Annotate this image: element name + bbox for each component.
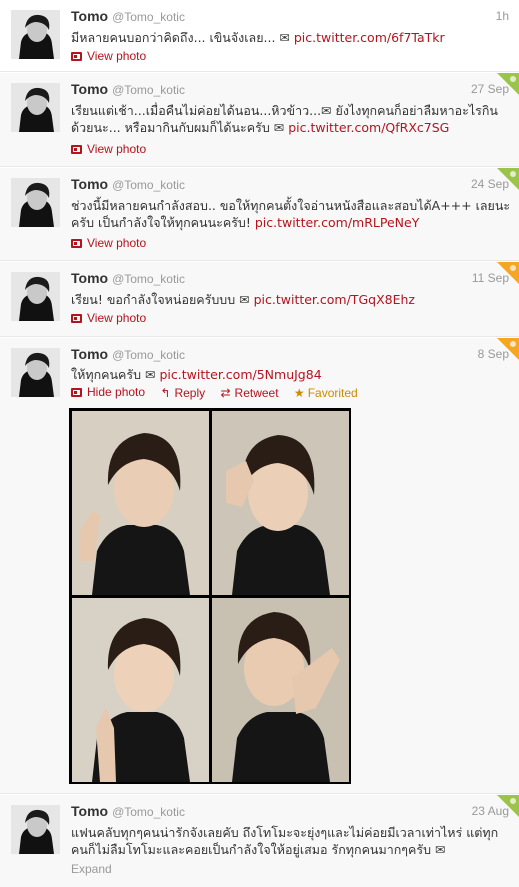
view-photo-button[interactable]: View photo bbox=[71, 236, 146, 250]
author-name[interactable]: Tomo bbox=[71, 270, 108, 286]
tweet-time[interactable]: 11 Sep bbox=[472, 271, 509, 285]
tweet-header: Tomo @Tomo_kotic 24 Sep bbox=[71, 176, 509, 194]
avatar[interactable] bbox=[11, 178, 60, 227]
tweet-actions: View photo bbox=[71, 236, 158, 251]
retweet-icon: ⇄ bbox=[220, 385, 231, 400]
author-handle[interactable]: @Tomo_kotic bbox=[112, 805, 185, 819]
photo-panel bbox=[212, 411, 349, 595]
author-handle[interactable]: @Tomo_kotic bbox=[112, 272, 185, 286]
author-name[interactable]: Tomo bbox=[71, 176, 108, 192]
author-handle[interactable]: @Tomo_kotic bbox=[112, 83, 185, 97]
author-name[interactable]: Tomo bbox=[71, 346, 108, 362]
tweet-item[interactable]: Tomo @Tomo_kotic 1h มีหลายคนบอกว่าคิดถึง.… bbox=[0, 0, 519, 72]
tweet-time[interactable]: 1h bbox=[496, 9, 509, 23]
photo-icon bbox=[71, 313, 82, 323]
author-handle[interactable]: @Tomo_kotic bbox=[112, 178, 185, 192]
tweet-actions: View photo bbox=[71, 142, 158, 157]
hide-photo-label: Hide photo bbox=[87, 385, 146, 399]
tweet-text: มีหลายคนบอกว่าคิดถึง... เขินจังเลย... ✉ … bbox=[71, 29, 511, 46]
avatar[interactable] bbox=[11, 272, 60, 321]
author-handle[interactable]: @Tomo_kotic bbox=[112, 10, 185, 24]
author-name[interactable]: Tomo bbox=[71, 803, 108, 819]
tweet-actions: Hide photo ↰ Reply ⇄ Retweet ★ Favorited bbox=[71, 385, 370, 400]
photo-panel bbox=[212, 598, 349, 782]
avatar[interactable] bbox=[11, 348, 60, 397]
tweet-item[interactable]: Tomo @Tomo_kotic 24 Sep ช่วงนี้มีหลายคนกำ… bbox=[0, 168, 519, 261]
photo-icon bbox=[71, 387, 82, 397]
tweet-header: Tomo @Tomo_kotic 11 Sep bbox=[71, 270, 509, 288]
hide-photo-button[interactable]: Hide photo bbox=[71, 385, 145, 399]
photo-link[interactable]: pic.twitter.com/6f7TaTkr bbox=[294, 30, 445, 45]
tweet-time[interactable]: 8 Sep bbox=[478, 347, 509, 361]
view-photo-label: View photo bbox=[87, 142, 147, 156]
view-photo-label: View photo bbox=[87, 311, 147, 325]
retweet-button[interactable]: ⇄ Retweet bbox=[220, 386, 278, 400]
photo-icon bbox=[71, 51, 82, 61]
author-handle[interactable]: @Tomo_kotic bbox=[112, 348, 185, 362]
tweet-time[interactable]: 24 Sep bbox=[471, 177, 509, 191]
tweet-actions: Expand bbox=[71, 862, 124, 876]
expand-button[interactable]: Expand bbox=[71, 862, 112, 876]
tweet-time[interactable]: 27 Sep bbox=[471, 82, 509, 96]
favorited-label: Favorited bbox=[307, 385, 358, 400]
tweet-body: มีหลายคนบอกว่าคิดถึง... เขินจังเลย... ✉ bbox=[71, 30, 294, 45]
tweet-text: เรียน! ขอกำลังใจหน่อยครับบบ ✉ pic.twitte… bbox=[71, 291, 511, 308]
view-photo-button[interactable]: View photo bbox=[71, 142, 146, 156]
photo-icon bbox=[71, 238, 82, 248]
photo-icon bbox=[71, 144, 82, 154]
reply-label: Reply bbox=[174, 385, 206, 400]
tweet-item[interactable]: Tomo @Tomo_kotic 27 Sep เรียนแต่เช้า...เม… bbox=[0, 73, 519, 167]
tweet-item[interactable]: Tomo @Tomo_kotic 23 Aug แฟนคลับทุกๆคนน่าร… bbox=[0, 795, 519, 887]
tweet-body: ให้ทุกคนครับ ✉ bbox=[71, 367, 160, 382]
avatar[interactable] bbox=[11, 10, 60, 59]
tweet-body: เรียน! ขอกำลังใจหน่อยครับบบ ✉ bbox=[71, 292, 254, 307]
view-photo-button[interactable]: View photo bbox=[71, 311, 146, 325]
view-photo-label: View photo bbox=[87, 49, 147, 63]
photo-link[interactable]: pic.twitter.com/5NmuJg84 bbox=[160, 367, 322, 382]
tweet-text: ให้ทุกคนครับ ✉ pic.twitter.com/5NmuJg84 bbox=[71, 366, 511, 383]
avatar[interactable] bbox=[11, 805, 60, 854]
tweet-actions: View photo bbox=[71, 49, 158, 64]
tweet-text: เรียนแต่เช้า...เมื่อคืนไม่ค่อยได้นอน...ห… bbox=[71, 102, 511, 136]
tweet-actions: View photo bbox=[71, 311, 158, 326]
tweet-header: Tomo @Tomo_kotic 1h bbox=[71, 8, 509, 26]
tweet-item[interactable]: Tomo @Tomo_kotic 11 Sep เรียน! ขอกำลังใจห… bbox=[0, 262, 519, 337]
avatar[interactable] bbox=[11, 83, 60, 132]
photo-collage[interactable] bbox=[69, 408, 351, 784]
tweet-text: แฟนคลับทุกๆคนน่ารักจังเลยคับ ถึงโทโมะจะย… bbox=[71, 824, 511, 858]
photo-link[interactable]: pic.twitter.com/TGqX8Ehz bbox=[254, 292, 415, 307]
reply-button[interactable]: ↰ Reply bbox=[160, 386, 205, 400]
tweet-time[interactable]: 23 Aug bbox=[472, 804, 509, 818]
favorited-button[interactable]: ★ Favorited bbox=[294, 386, 358, 400]
tweet-header: Tomo @Tomo_kotic 8 Sep bbox=[71, 346, 509, 364]
photo-link[interactable]: pic.twitter.com/mRLPeNeY bbox=[255, 215, 420, 230]
photo-panel bbox=[72, 598, 209, 782]
tweet-header: Tomo @Tomo_kotic 23 Aug bbox=[71, 803, 509, 821]
tweet-body: แฟนคลับทุกๆคนน่ารักจังเลยคับ ถึงโทโมะจะย… bbox=[71, 825, 499, 857]
tweet-text: ช่วงนี้มีหลายคนกำลังสอบ.. ขอให้ทุกคนตั้ง… bbox=[71, 197, 511, 231]
author-name[interactable]: Tomo bbox=[71, 81, 108, 97]
retweet-label: Retweet bbox=[234, 385, 279, 400]
view-photo-button[interactable]: View photo bbox=[71, 49, 146, 63]
star-icon: ★ bbox=[293, 385, 305, 400]
timeline: Tomo @Tomo_kotic 1h มีหลายคนบอกว่าคิดถึง.… bbox=[0, 0, 519, 887]
reply-icon: ↰ bbox=[160, 385, 171, 400]
photo-link[interactable]: pic.twitter.com/QfRXc7SG bbox=[288, 120, 449, 135]
author-name[interactable]: Tomo bbox=[71, 8, 108, 24]
photo-panel bbox=[72, 411, 209, 595]
view-photo-label: View photo bbox=[87, 236, 147, 250]
tweet-header: Tomo @Tomo_kotic 27 Sep bbox=[71, 81, 509, 99]
